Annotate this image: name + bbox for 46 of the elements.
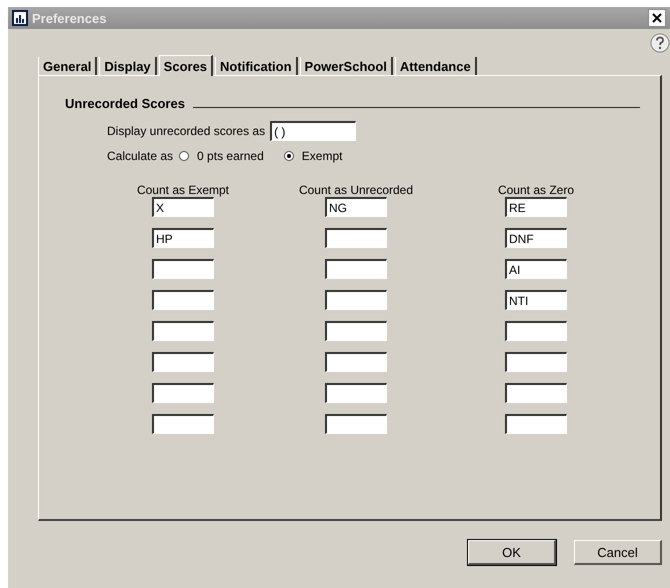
close-icon [652,13,662,23]
tab[interactable]: Display [99,57,157,75]
input-field[interactable]: ( ) [270,121,356,141]
window-title: Preferences [32,10,108,26]
input-field[interactable]: AI [505,259,567,279]
input-field[interactable] [325,321,387,341]
column-heading: Count as Zero [498,183,574,197]
input-field[interactable] [505,321,567,341]
input-field[interactable]: X [152,197,214,217]
input-field[interactable] [325,383,387,403]
input-field[interactable] [152,259,214,279]
input-field[interactable] [152,352,214,372]
column-heading: Count as Exempt [136,183,230,197]
tab[interactable]: General [38,57,98,75]
input-field[interactable] [325,228,387,248]
tab[interactable]: Attendance [394,57,477,75]
input-field[interactable] [325,290,387,310]
field-label: Display unrecorded scores as [107,124,266,138]
input-field[interactable] [505,352,567,372]
dialog-button[interactable]: OK [468,540,556,565]
field-label: Calculate as [107,149,174,163]
help-icon[interactable] [650,33,670,53]
input-field[interactable]: NG [325,197,387,217]
input-field[interactable] [152,414,214,434]
input-field[interactable] [152,383,214,403]
input-field[interactable] [325,414,387,434]
radio-option[interactable]: 0 pts earned [179,149,264,163]
column-heading: Count as Unrecorded [298,183,414,197]
group-title: Unrecorded Scores [65,96,185,111]
input-field[interactable] [505,383,567,403]
tab[interactable]: Notification [215,57,298,75]
input-field[interactable]: RE [505,197,567,217]
input-field[interactable] [152,290,214,310]
tab[interactable]: Scores [158,55,214,76]
tab[interactable]: PowerSchool [300,57,393,75]
radio-option[interactable]: Exempt [284,149,342,163]
input-field[interactable] [325,259,387,279]
input-field[interactable] [505,414,567,434]
input-field[interactable] [325,352,387,372]
input-field[interactable]: DNF [505,228,567,248]
input-field[interactable] [152,321,214,341]
input-field[interactable]: HP [152,228,214,248]
close-button[interactable] [648,9,666,27]
app-icon [12,10,28,26]
dialog-button[interactable]: Cancel [574,540,662,565]
input-field[interactable]: NTI [505,290,567,310]
